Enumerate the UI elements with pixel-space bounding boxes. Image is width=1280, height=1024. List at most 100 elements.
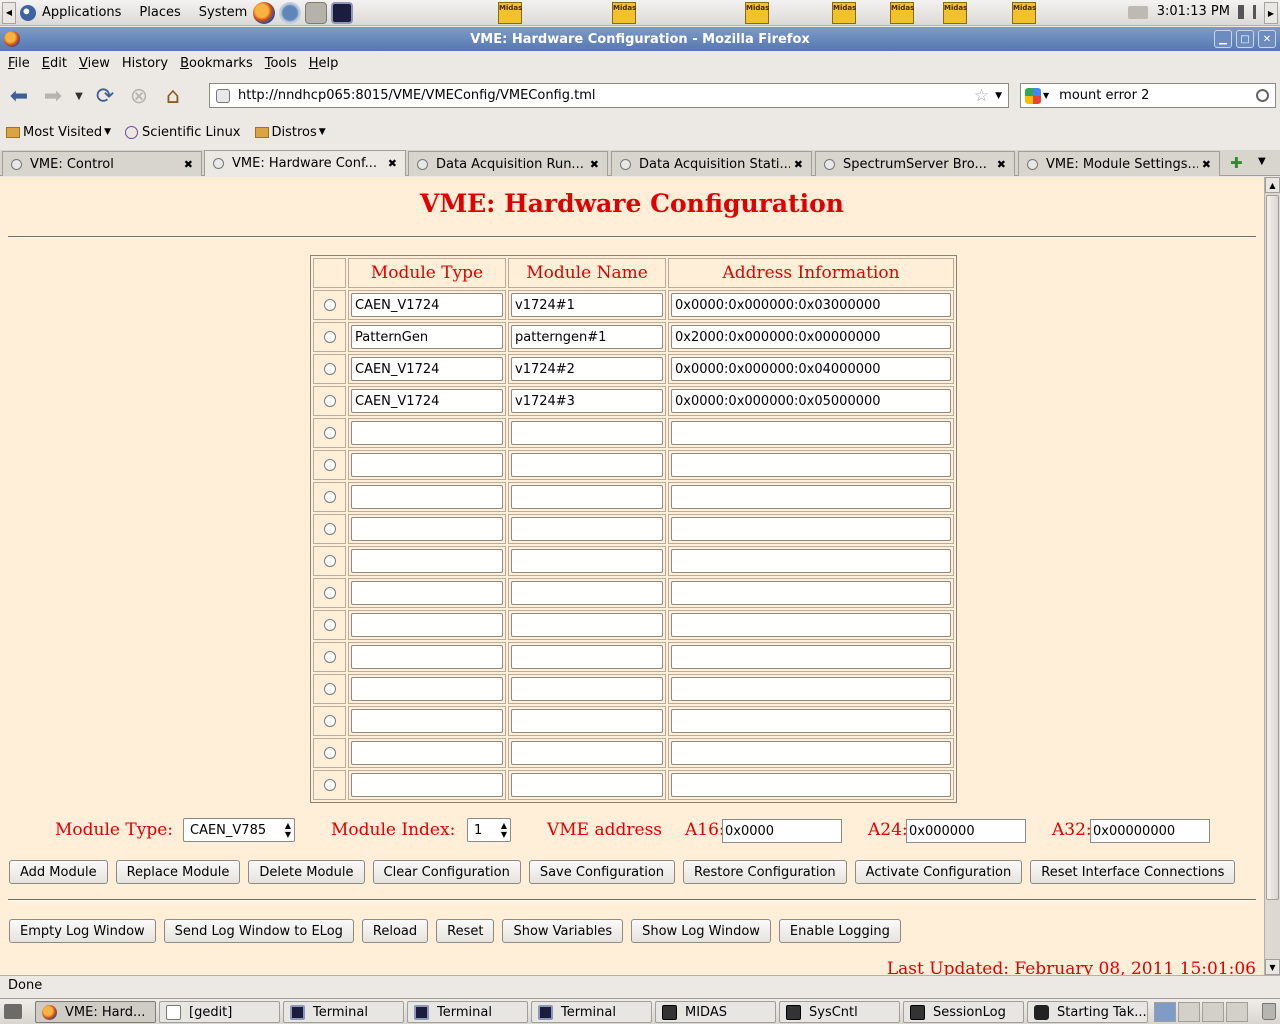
module-type-input[interactable] [351, 325, 503, 349]
reset-interface-connections-button[interactable]: Reset Interface Connections [1030, 860, 1236, 884]
row-select-radio[interactable] [323, 331, 336, 343]
tab-daq-status[interactable]: Data Acquisition Stati... ✖ [611, 151, 812, 176]
bookmark-star-icon[interactable]: ☆ [974, 86, 989, 106]
menu-tools[interactable]: Tools [259, 56, 303, 71]
workspace-1[interactable] [1154, 1002, 1176, 1022]
module-name-input[interactable] [511, 421, 663, 445]
a16-input[interactable] [722, 819, 842, 843]
row-select-radio[interactable] [323, 523, 336, 535]
close-icon[interactable]: ✖ [1202, 158, 1211, 171]
row-select-radio[interactable] [323, 299, 336, 311]
taskbar-button[interactable]: VME: Hard... [35, 1001, 156, 1023]
site-identity-icon[interactable] [216, 88, 230, 103]
midas-launcher-icon[interactable]: Midas [498, 2, 522, 24]
module-index-select[interactable]: 1 ▲ ▼ [467, 818, 511, 842]
address-info-input[interactable] [671, 293, 951, 317]
taskbar-button[interactable]: MIDAS [655, 1001, 776, 1023]
module-type-input[interactable] [351, 293, 503, 317]
row-select-radio[interactable] [323, 587, 336, 599]
vertical-scrollbar[interactable]: ▲ ▼ [1264, 177, 1280, 975]
taskbar-button[interactable]: SysCntl [779, 1001, 900, 1023]
close-icon[interactable]: ✖ [590, 158, 599, 171]
back-icon[interactable]: ⬅ [4, 81, 34, 111]
reload-button[interactable]: Reload [361, 919, 429, 943]
scroll-up-icon[interactable]: ▲ [1265, 177, 1280, 193]
tab-module-settings[interactable]: VME: Module Settings... ✖ [1018, 151, 1220, 176]
module-type-input[interactable] [351, 645, 503, 669]
module-type-input[interactable] [351, 581, 503, 605]
module-name-input[interactable] [511, 709, 663, 733]
address-info-input[interactable] [671, 549, 951, 573]
add-module-button[interactable]: Add Module [9, 860, 108, 884]
volume-icon[interactable] [1238, 5, 1256, 19]
replace-module-button[interactable]: Replace Module [115, 860, 241, 884]
module-name-input[interactable] [511, 517, 663, 541]
firefox-launcher-icon[interactable] [253, 1, 276, 24]
maximize-icon[interactable]: □ [1236, 30, 1254, 48]
close-icon[interactable]: ✖ [388, 157, 397, 170]
workspace-2[interactable] [1178, 1002, 1200, 1022]
midas-launcher-icon[interactable]: Midas [745, 2, 769, 24]
taskbar-button[interactable]: Starting Tak... [1027, 1001, 1148, 1023]
tab-spectrumserver[interactable]: SpectrumServer Bro... ✖ [815, 151, 1015, 176]
trash-icon[interactable] [1262, 1003, 1276, 1020]
enable-logging-button[interactable]: Enable Logging [778, 919, 901, 943]
tab-hardware-config[interactable]: VME: Hardware Conf... ✖ [204, 150, 406, 176]
firefox-window-icon[interactable] [4, 31, 20, 47]
workspace-3[interactable] [1202, 1002, 1224, 1022]
activate-configuration-button[interactable]: Activate Configuration [854, 860, 1023, 884]
row-select-radio[interactable] [323, 427, 336, 439]
row-select-radio[interactable] [323, 619, 336, 631]
search-engine-dropdown-icon[interactable]: ▼ [1043, 91, 1049, 100]
module-type-input[interactable] [351, 549, 503, 573]
menu-edit[interactable]: Edit [36, 56, 73, 71]
taskbar-button[interactable]: Terminal [407, 1001, 528, 1023]
midas-launcher-icon[interactable]: Midas [943, 2, 967, 24]
row-select-radio[interactable] [323, 715, 336, 727]
module-name-input[interactable] [511, 741, 663, 765]
module-name-input[interactable] [511, 453, 663, 477]
minimize-icon[interactable]: ▁ [1214, 30, 1232, 48]
delete-module-button[interactable]: Delete Module [248, 860, 365, 884]
close-icon[interactable]: ✕ [1258, 30, 1276, 48]
row-select-radio[interactable] [323, 395, 336, 407]
forward-icon[interactable]: ➡ [38, 81, 68, 111]
new-tab-icon[interactable]: ✚ [1230, 154, 1243, 172]
module-type-input[interactable] [351, 741, 503, 765]
module-type-input[interactable] [351, 389, 503, 413]
system-menu[interactable]: System [199, 5, 247, 20]
module-name-input[interactable] [511, 613, 663, 637]
show-desktop-icon[interactable] [4, 1004, 22, 1019]
a32-input[interactable] [1090, 819, 1210, 843]
taskbar-button[interactable]: Terminal [531, 1001, 652, 1023]
workspace-4[interactable] [1226, 1002, 1248, 1022]
taskbar-button[interactable]: Terminal [283, 1001, 404, 1023]
taskbar-button[interactable]: SessionLog [903, 1001, 1024, 1023]
address-info-input[interactable] [671, 389, 951, 413]
module-name-input[interactable] [511, 581, 663, 605]
module-type-input[interactable] [351, 613, 503, 637]
restore-configuration-button[interactable]: Restore Configuration [683, 860, 847, 884]
menu-history[interactable]: History [116, 56, 174, 71]
address-info-input[interactable] [671, 485, 951, 509]
a24-input[interactable] [906, 819, 1026, 843]
module-type-input[interactable] [351, 453, 503, 477]
clear-configuration-button[interactable]: Clear Configuration [372, 860, 521, 884]
tab-daq-run[interactable]: Data Acquisition Run... ✖ [408, 151, 608, 176]
row-select-radio[interactable] [323, 363, 336, 375]
home-icon[interactable]: ⌂ [158, 81, 188, 111]
module-type-input[interactable] [351, 485, 503, 509]
module-name-input[interactable] [511, 773, 663, 797]
tab-list-icon[interactable]: ▼ [1258, 156, 1266, 167]
row-select-radio[interactable] [323, 459, 336, 471]
menu-help[interactable]: Help [303, 56, 345, 71]
panel-left-arrow-icon[interactable]: ◀ [2, 1, 16, 24]
empty-log-window-button[interactable]: Empty Log Window [9, 919, 156, 943]
search-input[interactable] [1057, 87, 1256, 104]
address-info-input[interactable] [671, 421, 951, 445]
module-type-input[interactable] [351, 517, 503, 541]
address-info-input[interactable] [671, 677, 951, 701]
reload-icon[interactable]: ⟳ [90, 81, 120, 111]
midas-launcher-icon[interactable]: Midas [890, 2, 914, 24]
search-icon[interactable] [1256, 89, 1269, 102]
